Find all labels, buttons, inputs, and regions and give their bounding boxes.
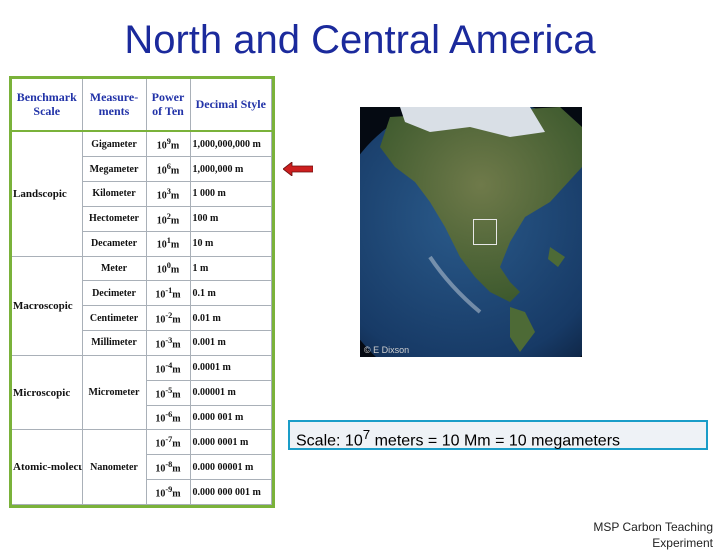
power-cell: 10-5m: [146, 380, 191, 406]
decimal-cell: 0.000 0001 m: [190, 429, 272, 456]
power-cell: 10-7m: [146, 429, 191, 456]
footer-line-1: MSP Carbon Teaching: [593, 520, 713, 534]
decimal-cell: 0.1 m: [190, 280, 272, 307]
decimal-cell: 1,000,000,000 m: [190, 131, 272, 158]
slide-title: North and Central America: [124, 18, 596, 62]
power-cell: 10-9m: [146, 479, 191, 505]
power-cell: 103m: [146, 181, 191, 207]
decimal-cell: 1 000 m: [190, 181, 272, 207]
footer-line-2: Experiment: [652, 536, 713, 550]
power-cell: 10-1m: [146, 280, 191, 307]
decimal-cell: 0.01 m: [190, 305, 272, 332]
unit-cell: Megameter: [82, 156, 147, 182]
power-cell: 102m: [146, 206, 191, 232]
unit-cell: Decameter: [82, 231, 147, 257]
category-microscopic: Microscopic: [12, 355, 83, 431]
category-atomic-molecular: Atomic-molecular: [12, 429, 83, 505]
decimal-cell: 0.001 m: [190, 330, 272, 356]
power-cell: 100m: [146, 256, 191, 282]
scale-prefix: Scale: 10: [296, 432, 363, 450]
red-arrow-icon: [283, 162, 313, 176]
decimal-cell: 10 m: [190, 231, 272, 257]
unit-cell: Kilometer: [82, 181, 147, 207]
power-cell: 10-6m: [146, 405, 191, 431]
unit-cell: Meter: [82, 256, 147, 282]
header-benchmark-scale: Benchmark Scale: [12, 79, 83, 132]
decimal-cell: 0.0001 m: [190, 355, 272, 381]
table-row: Microscopic Micrometer 10-4m 0.0001 m: [12, 355, 272, 431]
power-cell: 10-3m: [146, 330, 191, 356]
image-credit: © E Dixson: [364, 345, 410, 355]
power-cell: 106m: [146, 156, 191, 182]
power-cell: 10-2m: [146, 305, 191, 332]
unit-cell: Decimeter: [82, 280, 147, 307]
header-measurements: Measure-ments: [82, 79, 147, 132]
power-cell: 109m: [146, 131, 191, 158]
decimal-cell: 100 m: [190, 206, 272, 232]
power-cell: 10-8m: [146, 454, 191, 481]
decimal-cell: 0.000 00001 m: [190, 454, 272, 481]
unit-cell: Micrometer: [82, 355, 147, 431]
table-row: Atomic-molecular Nanometer 10-7m 0.000 0…: [12, 429, 272, 505]
unit-cell: Nanometer: [82, 429, 147, 505]
decimal-cell: 0.00001 m: [190, 380, 272, 406]
region-marker: [473, 219, 497, 245]
category-macroscopic: Macroscopic: [12, 256, 83, 356]
decimal-cell: 0.000 000 001 m: [190, 479, 272, 505]
unit-cell: Millimeter: [82, 330, 147, 356]
unit-cell: Hectometer: [82, 206, 147, 232]
unit-cell: Gigameter: [82, 131, 147, 158]
table-row: Landscopic Gigameter 109m 1,000,000,000 …: [12, 131, 272, 257]
header-decimal-style: Decimal Style: [190, 79, 272, 132]
unit-cell: Centimeter: [82, 305, 147, 332]
table-row: Macroscopic Meter 100m 1 m: [12, 256, 272, 356]
power-cell: 101m: [146, 231, 191, 257]
globe-graphic: [360, 107, 582, 357]
decimal-cell: 1,000,000 m: [190, 156, 272, 182]
earth-satellite-image: © E Dixson: [360, 107, 582, 357]
header-power-of-ten: Power of Ten: [146, 79, 191, 132]
category-landscopic: Landscopic: [12, 131, 83, 257]
power-cell: 10-4m: [146, 355, 191, 381]
decimal-cell: 0.000 001 m: [190, 405, 272, 431]
scale-table-frame: Benchmark Scale Measure-ments Power of T…: [9, 76, 275, 508]
decimal-cell: 1 m: [190, 256, 272, 282]
scale-table: Benchmark Scale Measure-ments Power of T…: [12, 79, 272, 505]
scale-caption: Scale: 107 meters = 10 Mm = 10 megameter…: [288, 420, 708, 450]
scale-rest: meters = 10 Mm = 10 megameters: [370, 432, 621, 450]
